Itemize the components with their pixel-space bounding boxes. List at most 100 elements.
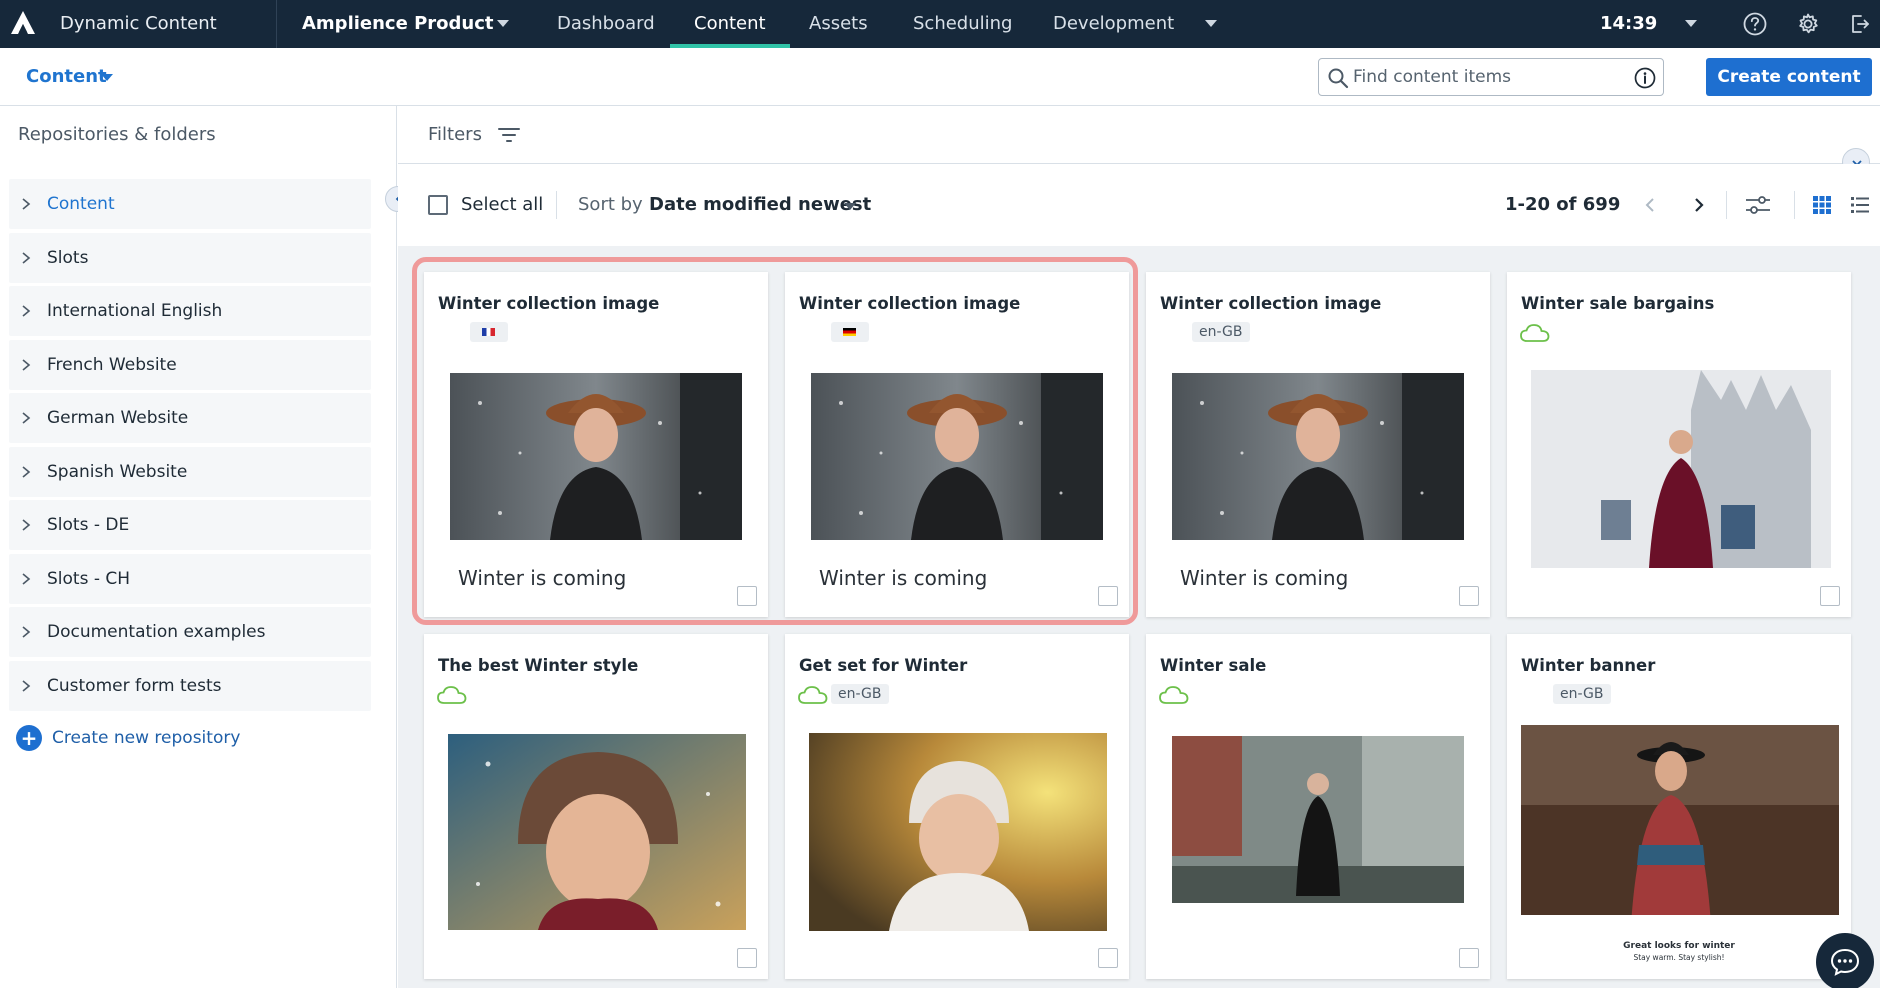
sidebar-item-content[interactable]: Content	[9, 179, 371, 229]
card-title: Winter sale bargains	[1521, 294, 1715, 313]
chevron-right-icon[interactable]	[21, 679, 31, 693]
cloud-icon	[798, 686, 828, 704]
sidebar-item-customer-form-tests[interactable]: Customer form tests	[9, 660, 371, 711]
shopping-woman-image	[1531, 370, 1831, 568]
woman-black-coat-street-image	[1172, 736, 1464, 903]
list-view-icon[interactable]	[1850, 195, 1870, 215]
context-bar: Content Create content	[0, 48, 1880, 106]
sidebar-heading: Repositories & folders	[18, 124, 216, 145]
cloud-icon	[1159, 686, 1189, 704]
context-dropdown-chevron-icon[interactable]	[101, 74, 113, 81]
chevron-right-icon[interactable]	[21, 518, 31, 532]
chat-launcher-button[interactable]	[1816, 933, 1874, 988]
product-dropdown-chevron-icon[interactable]	[497, 20, 509, 27]
card-title: Winter collection image	[1160, 294, 1382, 313]
create-content-button[interactable]: Create content	[1706, 58, 1872, 96]
card-caption: Winter is coming	[1180, 566, 1349, 590]
card-select-checkbox[interactable]	[1098, 948, 1118, 968]
cloud-icon	[437, 686, 467, 704]
sort-dropdown-chevron-icon[interactable]	[844, 203, 856, 210]
chevron-right-icon[interactable]	[21, 465, 31, 479]
grid-view-icon[interactable]	[1812, 195, 1832, 215]
content-card[interactable]: The best Winter style	[424, 634, 768, 979]
sidebar-item-documentation-examples[interactable]: Documentation examples	[9, 607, 371, 657]
help-icon[interactable]	[1742, 11, 1768, 37]
sidebar-item-slots-de[interactable]: Slots - DE	[9, 500, 371, 550]
settings-gear-icon[interactable]	[1795, 11, 1821, 37]
chevron-right-icon[interactable]	[21, 358, 31, 372]
toolbar-divider	[1794, 191, 1795, 219]
amplience-logo-icon	[11, 11, 35, 34]
search-box[interactable]	[1318, 58, 1664, 96]
plus-icon: +	[16, 725, 42, 751]
filters-label[interactable]: Filters	[428, 106, 482, 164]
tab-content[interactable]: Content	[670, 0, 790, 48]
chevron-right-icon[interactable]	[21, 411, 31, 425]
card-title: Get set for Winter	[799, 656, 968, 675]
woman-white-beanie-image	[809, 733, 1107, 931]
content-toolbar: Select all Sort by Date modified newest …	[398, 164, 1880, 246]
search-input[interactable]	[1353, 59, 1623, 95]
sidebar-item-label: German Website	[47, 408, 189, 428]
repository-list: Content Slots International English Fren…	[9, 179, 371, 714]
chevron-right-icon[interactable]	[21, 197, 31, 211]
chat-bubble-icon	[1830, 948, 1860, 976]
development-dropdown-chevron-icon[interactable]	[1205, 20, 1217, 27]
tab-development[interactable]: Development	[1053, 0, 1174, 48]
select-all-checkbox[interactable]	[428, 195, 448, 215]
content-card[interactable]: Winter sale bargains	[1507, 272, 1851, 617]
nav-divider	[276, 0, 277, 48]
logout-icon[interactable]	[1846, 11, 1872, 37]
app-name: Dynamic Content	[60, 13, 217, 34]
sidebar-item-label: Slots	[47, 247, 89, 268]
chevron-right-icon[interactable]	[21, 572, 31, 586]
sidebar-item-label: Documentation examples	[47, 622, 266, 642]
card-title: Winter sale	[1160, 656, 1267, 675]
filters-bar: Filters	[398, 106, 1880, 164]
sidebar-item-label: Content	[47, 194, 115, 214]
card-select-checkbox[interactable]	[737, 948, 757, 968]
sidebar-item-german-website[interactable]: German Website	[9, 393, 371, 443]
selection-highlight-outline	[412, 257, 1138, 625]
pagination-count: 1-20 of 699	[1505, 194, 1621, 215]
chevron-right-icon[interactable]	[21, 251, 31, 265]
sort-select[interactable]: Date modified newest	[649, 164, 871, 246]
winter-banner-boho-woman-image	[1521, 725, 1839, 938]
tab-scheduling[interactable]: Scheduling	[913, 0, 1012, 48]
content-card[interactable]: Winter sale	[1146, 634, 1490, 979]
next-page-icon[interactable]	[1692, 196, 1706, 214]
sidebar-item-slots-ch[interactable]: Slots - CH	[9, 553, 371, 604]
sidebar-item-label: Slots - CH	[47, 568, 131, 589]
sidebar-item-slots[interactable]: Slots	[9, 232, 371, 283]
filter-icon[interactable]	[497, 125, 521, 145]
cloud-icon	[1520, 324, 1550, 342]
time-dropdown-chevron-icon[interactable]	[1685, 20, 1697, 27]
card-title: Winter banner	[1521, 656, 1656, 675]
card-select-checkbox[interactable]	[1459, 586, 1479, 606]
content-card[interactable]: Get set for Winter en-GB	[785, 634, 1129, 979]
search-icon	[1328, 68, 1349, 89]
previous-page-icon[interactable]	[1643, 196, 1657, 214]
display-settings-sliders-icon[interactable]	[1744, 193, 1772, 217]
winter-woman-hat-image	[1172, 373, 1464, 540]
select-all-label[interactable]: Select all	[461, 164, 543, 246]
current-time: 14:39	[1600, 13, 1658, 34]
chevron-right-icon[interactable]	[21, 625, 31, 639]
chevron-right-icon[interactable]	[21, 304, 31, 318]
content-card[interactable]: Winter banner en-GB Great looks for wint…	[1507, 634, 1851, 979]
sidebar-item-international-english[interactable]: International English	[9, 286, 371, 336]
sidebar-item-spanish-website[interactable]: Spanish Website	[9, 446, 371, 497]
toolbar-divider	[556, 191, 557, 219]
card-select-checkbox[interactable]	[1459, 948, 1479, 968]
content-card[interactable]: Winter collection image en-GB Winter is …	[1146, 272, 1490, 617]
sort-by-label: Sort by	[578, 194, 643, 215]
tab-assets[interactable]: Assets	[809, 0, 868, 48]
sidebar-item-french-website[interactable]: French Website	[9, 339, 371, 390]
banner-caption-headline: Great looks for winter	[1623, 941, 1735, 951]
info-icon[interactable]	[1633, 66, 1657, 90]
tab-dashboard[interactable]: Dashboard	[557, 0, 655, 48]
card-select-checkbox[interactable]	[1820, 586, 1840, 606]
woman-knit-hat-snow-image	[448, 734, 746, 930]
content-context-selector[interactable]: Content	[26, 48, 107, 106]
product-selector[interactable]: Amplience Product	[302, 0, 494, 48]
